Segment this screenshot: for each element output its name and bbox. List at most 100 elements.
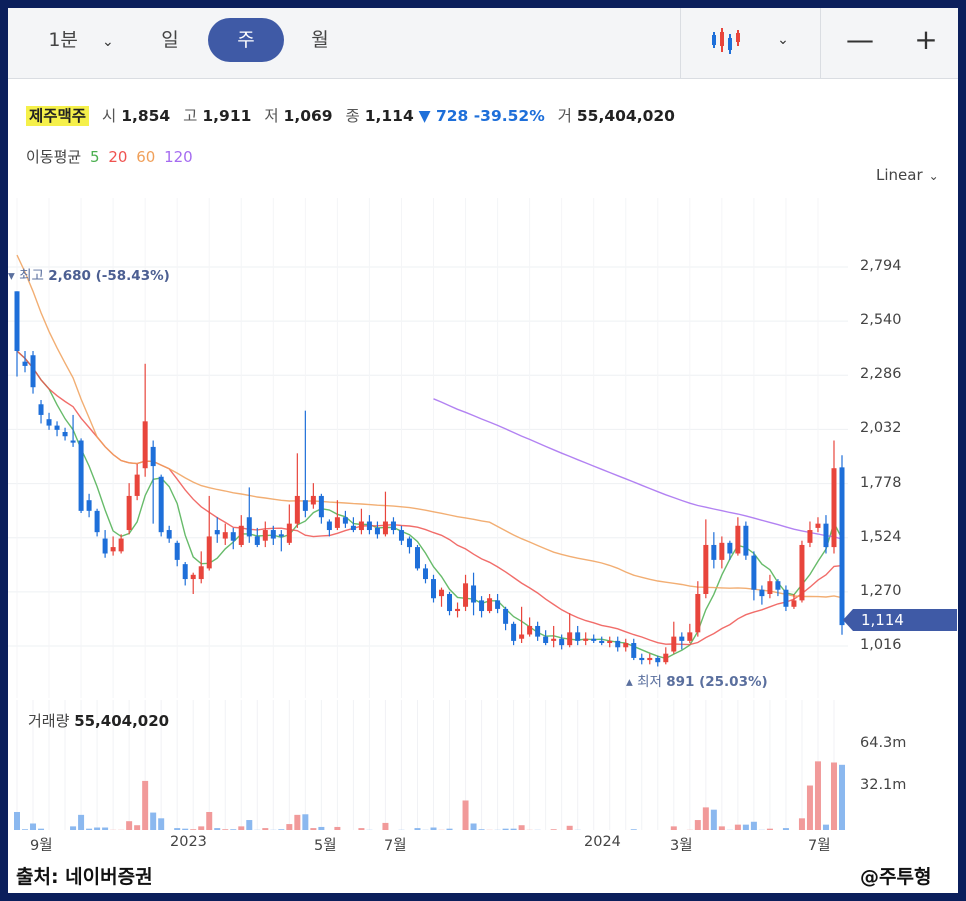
volume-bar	[334, 826, 341, 830]
candle-body	[214, 530, 220, 535]
candle-body	[334, 517, 340, 528]
volume-bar	[30, 823, 37, 830]
candle-body	[791, 600, 797, 607]
candle-body	[46, 419, 52, 426]
volume-panel-label: 거래량 55,404,020	[28, 710, 169, 731]
chevron-down-icon[interactable]: ⌄	[768, 22, 798, 58]
candle-body	[751, 555, 757, 590]
tab-month[interactable]: 월	[298, 18, 342, 62]
candle-body	[807, 530, 813, 543]
volume-bar	[462, 800, 469, 830]
x-tick: 3월	[670, 838, 693, 854]
volume-bar	[214, 828, 221, 830]
volume-bar	[142, 780, 149, 830]
volume-bar	[702, 807, 709, 830]
scale-label: Linear	[876, 166, 923, 184]
volume-bar	[798, 818, 805, 830]
candle-body	[14, 291, 20, 351]
volume-bar	[70, 826, 77, 830]
candle-body	[118, 538, 124, 552]
candle-body	[102, 538, 108, 554]
candle-body	[615, 640, 621, 648]
quote-summary: 제주맥주 시 1,854 고 1,911 저 1,069 종 1,114 ▼ 7…	[26, 104, 675, 130]
y-tick: 2,794	[860, 258, 902, 274]
close-value: 1,114	[364, 107, 414, 125]
volume-bar	[230, 829, 237, 830]
ma-20-line	[16, 350, 843, 646]
candle-body	[246, 517, 252, 537]
volume-bar	[198, 826, 205, 830]
candle-body	[839, 467, 845, 626]
candle-body	[310, 495, 316, 505]
volume-bar	[830, 762, 837, 830]
volume-bar	[742, 824, 749, 830]
volume-bar	[806, 785, 813, 830]
candle-body	[783, 589, 789, 607]
x-tick: 7월	[808, 838, 831, 854]
candle-body	[38, 404, 44, 415]
volume-bar	[262, 828, 269, 830]
candle-body	[815, 523, 821, 528]
candle-body	[479, 600, 485, 612]
candle-body	[206, 536, 212, 569]
candle-body	[110, 547, 116, 552]
chart-type-button[interactable]	[698, 22, 758, 58]
candle-body	[22, 361, 28, 366]
x-tick: 5월	[314, 838, 337, 854]
volume-value: 55,404,020	[576, 107, 675, 125]
zoom-in-button[interactable]: +	[904, 22, 948, 58]
candle-body	[294, 495, 300, 524]
volume-bar	[470, 823, 477, 830]
volume-bar	[839, 764, 845, 830]
zoom-out-button[interactable]: —	[838, 22, 882, 58]
volume-bar	[478, 829, 485, 830]
volume-tick: 32.1m	[860, 777, 907, 793]
candle-body	[607, 640, 613, 644]
candle-body	[535, 625, 541, 637]
volume-bar	[134, 825, 141, 830]
x-tick: 7월	[384, 838, 407, 854]
moving-average-legend: 이동평균 5 20 60 120	[26, 146, 197, 167]
volume-bar	[246, 820, 253, 830]
change-value: ▼ 728 -39.52%	[418, 107, 545, 125]
close-label: 종	[345, 107, 360, 125]
volume-bar	[222, 829, 229, 830]
candle-body	[94, 510, 100, 533]
ma-5-line	[16, 350, 843, 660]
chart-window: 1분 ⌄ 일 주 월 ⌄ — + 제주맥주 시 1,854 고 1,911 저 …	[0, 0, 966, 901]
y-tick: 1,524	[860, 528, 902, 545]
interval-dropdown[interactable]: 1분 ⌄	[36, 18, 126, 62]
tab-week[interactable]: 주	[208, 18, 284, 62]
volume-bar	[158, 818, 165, 830]
volume-bar	[102, 827, 109, 830]
candle-body	[599, 640, 605, 644]
candle-body	[519, 634, 525, 639]
volume-bar	[750, 821, 757, 830]
y-tick: 1,270	[860, 582, 902, 599]
chart-toolbar: 1분 ⌄ 일 주 월 ⌄ — +	[8, 8, 958, 79]
candle-body	[759, 589, 765, 597]
candle-body	[158, 476, 164, 533]
candle-body	[575, 632, 581, 641]
candle-body	[78, 440, 84, 511]
volume-bar	[286, 824, 293, 830]
scale-dropdown[interactable]: Linear ⌄	[876, 166, 939, 184]
candle-body	[639, 657, 645, 661]
stock-name: 제주맥주	[26, 106, 90, 126]
candle-body	[623, 643, 629, 648]
ma-120: 120	[164, 148, 193, 166]
candlestick-icon	[712, 28, 740, 54]
tab-day[interactable]: 일	[148, 18, 192, 62]
volume-bar	[278, 829, 285, 830]
toolbar-divider	[680, 8, 681, 78]
volume-bar	[550, 829, 557, 830]
volume-bar	[310, 828, 317, 830]
volume-bar	[718, 826, 725, 830]
volume-bar	[382, 822, 389, 830]
interval-label: 1분	[48, 29, 78, 51]
high-marker-value: 2,680 (-58.43%)	[48, 268, 170, 284]
y-tick: 1,016	[860, 637, 902, 653]
x-tick: 2023	[170, 834, 207, 850]
candle-body	[559, 638, 565, 646]
candle-body	[54, 425, 60, 430]
